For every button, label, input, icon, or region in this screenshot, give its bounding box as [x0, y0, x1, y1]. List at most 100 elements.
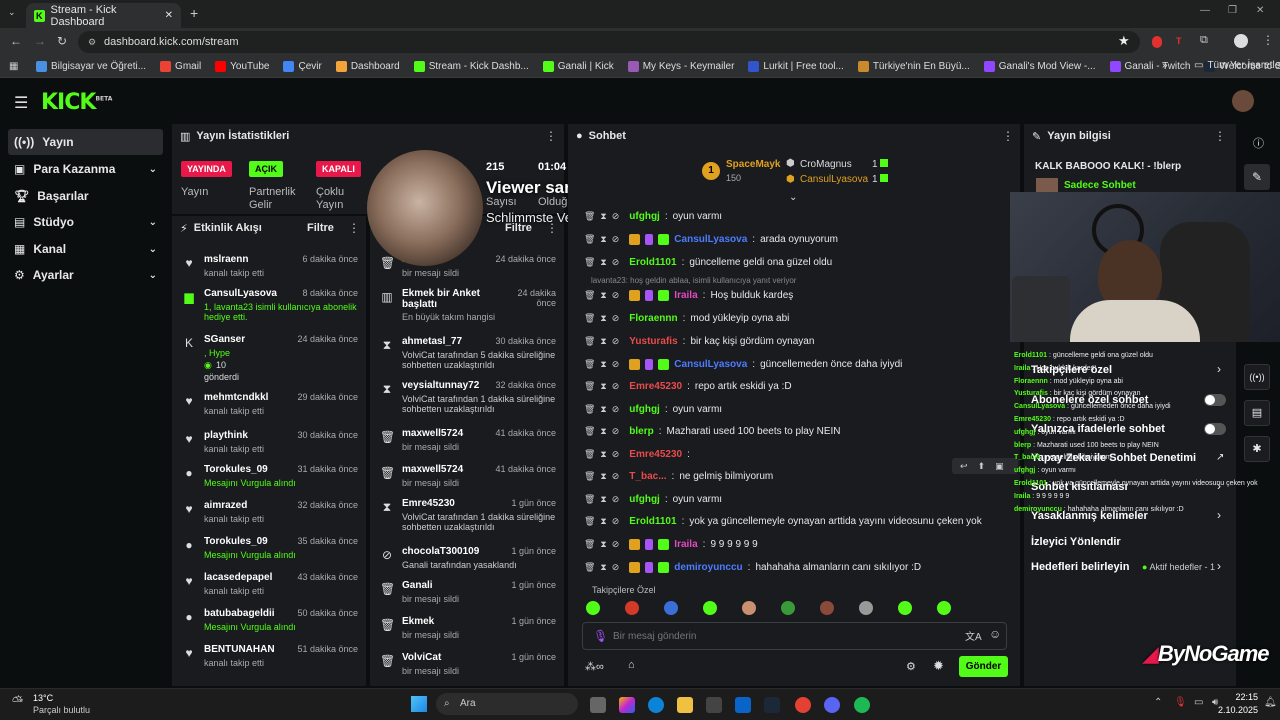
nav-item-kanal[interactable]: ▦ Kanal ⌄: [8, 236, 163, 262]
bookmark-item[interactable]: Türkiye'nin En Büyü...: [857, 61, 970, 72]
event-username[interactable]: aimrazed: [204, 500, 247, 511]
activity-event[interactable]: ▆ CansulLyasova 8 dakika önce 1, lavanta2…: [172, 286, 362, 322]
chat-message[interactable]: 🗑︎⧗⊘ CansulLyasova: güncellemeden önce d…: [584, 355, 902, 373]
edge-icon[interactable]: [648, 697, 664, 713]
all-bookmarks-folder[interactable]: ▭ Tüm Yer İşaretleri: [1194, 60, 1280, 71]
spotify-icon[interactable]: [854, 697, 870, 713]
activity-event[interactable]: ♥ playthink 30 dakika önce kanalı takip e…: [172, 428, 362, 464]
nav-item-basarilar[interactable]: 🏆︎ Başarılar: [8, 183, 163, 209]
event-username[interactable]: SGanser: [204, 334, 245, 345]
nav-item-para-kazanma[interactable]: ▣ Para Kazanma ⌄: [8, 156, 163, 182]
mod-tools-icon[interactable]: 🗑︎⧗⊘: [584, 426, 624, 437]
chat-username[interactable]: ufghgj: [629, 211, 660, 222]
chat-message[interactable]: 🗑︎⧗⊘ blerp: Mazharati used 100 beets to …: [584, 422, 841, 440]
chat-message[interactable]: 🗑︎⧗⊘ Iraila: Hoş bulduk kardeş: [584, 286, 793, 304]
bookmark-item[interactable]: Lurkit | Free tool...: [748, 61, 844, 72]
mod-tools-icon[interactable]: 🗑︎⧗⊘: [584, 471, 624, 482]
entry-username[interactable]: Ekmek: [402, 616, 434, 627]
entry-username[interactable]: VolviCat: [402, 652, 441, 663]
mod-log-entry[interactable]: 🗑︎ VolviCat 1 gün önce bir mesajı sildi: [370, 650, 560, 686]
event-username[interactable]: Torokules_09: [204, 536, 268, 547]
url-input[interactable]: dashboard.kick.com/stream: [78, 31, 1140, 53]
emote-icon[interactable]: [820, 601, 834, 615]
entry-username[interactable]: ahmetasl_77: [402, 336, 462, 347]
steam-icon[interactable]: [764, 697, 780, 713]
activity-event[interactable]: ♥ mslraenn 6 dakika önce kanalı takip ett…: [172, 252, 362, 288]
activity-event[interactable]: ♥ mehmtcndkkl 29 dakika önce kanalı takip…: [172, 390, 362, 426]
chat-message[interactable]: 🗑︎⧗⊘ T_bac...: ne gelmiş bilmiyorum: [584, 467, 773, 485]
activity-event[interactable]: ♥ lacasedepapel 43 dakika önce kanalı tak…: [172, 570, 362, 606]
chat-username[interactable]: Erold1101: [629, 257, 676, 268]
taskbar-search[interactable]: ⌕ Ara: [436, 693, 578, 715]
entry-username[interactable]: maxwell5724: [402, 464, 463, 475]
mod-tools-icon[interactable]: 🗑︎⧗⊘: [584, 313, 624, 324]
mod-log-entry[interactable]: 🗑︎ maxwell5724 41 dakika önce bir mesajı…: [370, 462, 560, 498]
chat-input-box[interactable]: 🎙︎ 文A ☺: [582, 622, 1007, 650]
mod-log-entry[interactable]: 🗑︎ Ekmek 1 gün önce bir mesajı sildi: [370, 614, 560, 650]
chevron-right-icon[interactable]: ›: [1217, 508, 1221, 522]
bookmark-item[interactable]: Gmail: [160, 61, 201, 72]
emote-icon[interactable]: [625, 601, 639, 615]
bookmark-item[interactable]: Çevir: [283, 61, 322, 72]
activity-filter-button[interactable]: Filtre: [307, 222, 334, 234]
activity-event[interactable]: ♥ BENTUNAHAN 51 dakika önce kanalı takip …: [172, 642, 362, 678]
bookmark-star-icon[interactable]: ★: [1118, 33, 1130, 49]
mod-log-entry[interactable]: 🗑︎ maxwell5724 41 dakika önce bir mesajı…: [370, 426, 560, 462]
activity-event[interactable]: K SGanser 24 dakika önce , Hype 10 ◉ gönd…: [172, 332, 362, 382]
info-menu-icon[interactable]: ⋮: [1214, 129, 1226, 143]
chat-username[interactable]: Iraila: [674, 290, 697, 301]
chat-username[interactable]: T_bac...: [629, 471, 666, 482]
chat-username[interactable]: Floraennn: [629, 313, 677, 324]
emote-icon[interactable]: [664, 601, 678, 615]
subscribers-only-toggle[interactable]: [1204, 394, 1226, 406]
chat-message[interactable]: 🗑︎⧗⊘ Emre45230:: [584, 445, 695, 463]
close-tab-icon[interactable]: ✕: [165, 10, 173, 21]
chat-message[interactable]: 🗑︎⧗⊘ Yusturafis: bir kaç kişi gördüm oyn…: [584, 332, 814, 350]
bookmark-item[interactable]: Ganali | Kick: [542, 61, 614, 72]
entry-username[interactable]: veysialtunnay72: [402, 380, 479, 391]
event-username[interactable]: Torokules_09: [204, 464, 268, 475]
emote-icon[interactable]: [937, 601, 951, 615]
emote-icon[interactable]: [703, 601, 717, 615]
mod-tools-icon[interactable]: 🗑︎⧗⊘: [584, 494, 624, 505]
message-actions[interactable]: ↩︎⬆︎▣: [952, 458, 1018, 474]
chat-username[interactable]: Emre45230: [629, 449, 682, 460]
file-explorer-icon[interactable]: [677, 697, 693, 713]
chevron-right-icon[interactable]: ›: [1217, 362, 1221, 376]
maximize-icon[interactable]: ❐: [1228, 5, 1237, 16]
windows-start-icon[interactable]: [411, 696, 427, 712]
tab-search-icon[interactable]: ⌄: [8, 7, 16, 18]
event-username[interactable]: CansulLyasova: [204, 288, 277, 299]
chat-username[interactable]: Iraila: [674, 539, 697, 550]
notification-bell-icon[interactable]: 🔔︎: [1264, 697, 1277, 708]
site-info-icon[interactable]: ⚙: [88, 37, 96, 48]
new-tab-icon[interactable]: +: [190, 5, 198, 21]
bookmark-item[interactable]: YouTube: [215, 61, 269, 72]
entry-username[interactable]: chocolaT300109: [402, 546, 479, 557]
emote-icon[interactable]: [859, 601, 873, 615]
leaderboard-collapse-icon[interactable]: ⌄: [789, 192, 797, 203]
user-avatar[interactable]: [1232, 90, 1254, 112]
event-username[interactable]: BENTUNAHAN: [204, 644, 275, 655]
event-username[interactable]: playthink: [204, 430, 248, 441]
chat-menu-icon[interactable]: ⋮: [1002, 129, 1014, 143]
mod-log-entry[interactable]: ⧗ ahmetasl_77 30 dakika önce VolviCat ta…: [370, 334, 560, 370]
activity-event[interactable]: ● Torokules_09 31 dakika önce Mesajını Vu…: [172, 462, 362, 498]
chat-username[interactable]: ufghgj: [629, 404, 660, 415]
chat-message[interactable]: 🗑︎⧗⊘ demiroyunccu: hahahaha almanların c…: [584, 558, 921, 576]
store-icon[interactable]: ⌂: [628, 659, 635, 671]
nav-item-studyo[interactable]: ▤ Stüdyo ⌄: [8, 209, 163, 235]
entry-username[interactable]: Ekmek bir Anket başlattı: [402, 288, 512, 310]
chat-message[interactable]: 🗑︎⧗⊘ Floraennn: mod yükleyip oyna abi: [584, 309, 789, 327]
chat-message[interactable]: 🗑︎⧗⊘ ufghgj: oyun varmı: [584, 400, 722, 418]
event-username[interactable]: mehmtcndkkl: [204, 392, 268, 403]
chat-message[interactable]: 🗑︎⧗⊘ Erold1101: yok ya güncellemeyle oyn…: [584, 512, 982, 530]
mod-tools-icon[interactable]: 🗑︎⧗⊘: [584, 516, 624, 527]
emote-icon[interactable]: [742, 601, 756, 615]
bookmark-item[interactable]: Stream - Kick Dashb...: [413, 61, 529, 72]
emote-only-toggle[interactable]: [1204, 423, 1226, 435]
activity-event[interactable]: ● Torokules_09 35 dakika önce Mesajını Vu…: [172, 534, 362, 570]
extension-icon-2[interactable]: T: [1176, 36, 1182, 46]
mod-tools-icon[interactable]: 🗑︎⧗⊘: [584, 539, 624, 550]
event-username[interactable]: batubabageldii: [204, 608, 275, 619]
